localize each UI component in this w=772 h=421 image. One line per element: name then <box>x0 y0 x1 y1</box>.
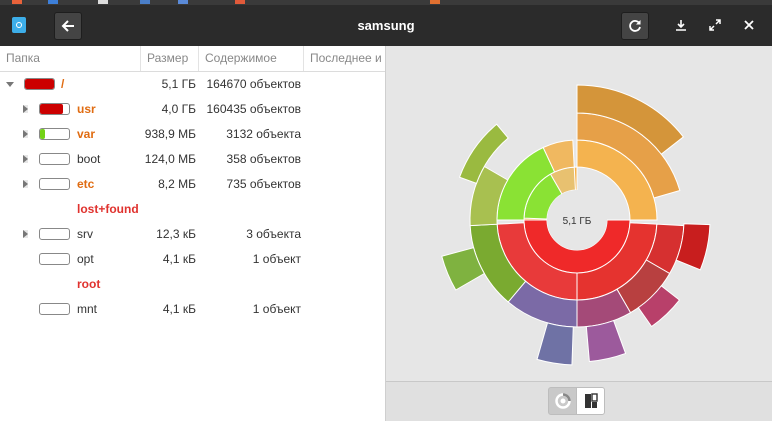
folder-size: 4,1 кБ <box>162 302 196 316</box>
ring-chart-view-button[interactable] <box>548 387 577 415</box>
column-folder[interactable]: Папка <box>0 46 141 71</box>
folder-item-count: 164670 объектов <box>206 77 302 91</box>
reload-button[interactable] <box>621 12 649 40</box>
folder-name: usr <box>77 102 96 116</box>
folder-name: mnt <box>77 302 98 316</box>
folder-size: 8,2 МБ <box>158 177 196 191</box>
segment-level4-e[interactable] <box>536 322 574 366</box>
usage-bar <box>39 253 70 265</box>
folder-row-etc[interactable]: etc 8,2 МБ 735 объектов <box>0 172 385 197</box>
expand-arrow-icon[interactable] <box>23 180 28 188</box>
folder-size: 5,1 ГБ <box>161 77 196 91</box>
window-title: samsung <box>357 18 415 33</box>
folder-row-root[interactable]: root <box>0 272 385 297</box>
folder-size: 4,1 кБ <box>162 252 196 266</box>
folder-row-boot[interactable]: boot 124,0 МБ 358 объектов <box>0 147 385 172</box>
folder-item-count: 358 объектов <box>226 152 301 166</box>
folder-row-var[interactable]: var 938,9 МБ 3132 объекта <box>0 122 385 147</box>
folder-item-count: 160435 объектов <box>206 102 302 116</box>
close-button[interactable] <box>736 12 762 38</box>
folder-tree-panel: Папка Размер Содержимое Последнее и / 5,1… <box>0 46 386 421</box>
download-icon <box>676 20 686 31</box>
usage-bar <box>39 153 70 165</box>
folder-name: opt <box>77 252 94 266</box>
usage-bar <box>39 103 70 115</box>
folder-row-srv[interactable]: srv 12,3 кБ 3 объекта <box>0 222 385 247</box>
treemap-icon <box>584 393 598 408</box>
usage-bar <box>39 228 70 240</box>
usage-bar <box>39 178 70 190</box>
collapse-arrow-icon[interactable] <box>6 82 14 87</box>
app-window: samsung Папка Размер Содержимое Последне… <box>0 5 772 421</box>
column-modified[interactable]: Последнее и <box>304 46 385 71</box>
treemap-view-button[interactable] <box>576 387 605 415</box>
back-button[interactable] <box>54 12 82 40</box>
expand-arrow-icon[interactable] <box>23 105 28 113</box>
folder-row-lost-found[interactable]: lost+found <box>0 197 385 222</box>
fullscreen-button[interactable] <box>702 12 728 38</box>
usage-bar <box>39 303 70 315</box>
reload-icon <box>629 20 641 32</box>
folder-item-count: 3132 объекта <box>226 127 301 141</box>
usage-bar <box>24 78 55 90</box>
disk-usage-analyzer-icon <box>12 17 26 33</box>
folder-item-count: 735 объектов <box>226 177 301 191</box>
usage-bar-fill <box>40 129 46 139</box>
folder-name: root <box>77 277 101 291</box>
folder-name: / <box>61 77 65 91</box>
usage-bar-fill <box>40 104 63 114</box>
ring-chart[interactable]: 5,1 ГБ <box>386 46 772 381</box>
folder-name: boot <box>77 152 101 166</box>
folder-size: 124,0 МБ <box>144 152 196 166</box>
folder-row-usr[interactable]: usr 4,0 ГБ 160435 объектов <box>0 97 385 122</box>
folder-item-count: 1 объект <box>252 302 301 316</box>
chart-view-switcher <box>386 381 772 421</box>
folder-item-count: 1 объект <box>252 252 301 266</box>
folder-name: etc <box>77 177 95 191</box>
folder-row-mnt[interactable]: mnt 4,1 кБ 1 объект <box>0 297 385 322</box>
column-size[interactable]: Размер <box>141 46 199 71</box>
segment-level4-d[interactable] <box>585 319 627 363</box>
fullscreen-icon <box>709 19 721 31</box>
column-contents[interactable]: Содержимое <box>199 46 304 71</box>
folder-size: 4,0 ГБ <box>161 102 196 116</box>
usage-bar-fill <box>25 79 54 89</box>
column-header: Папка Размер Содержимое Последнее и <box>0 46 385 72</box>
folder-size: 938,9 МБ <box>144 127 196 141</box>
arrow-left-icon <box>61 20 74 32</box>
expand-arrow-icon[interactable] <box>23 130 28 138</box>
expand-arrow-icon[interactable] <box>23 155 28 163</box>
folder-size: 12,3 кБ <box>156 227 196 241</box>
folder-row-root-fs[interactable]: / 5,1 ГБ 164670 объектов <box>0 72 385 97</box>
ring-center-label: 5,1 ГБ <box>563 216 592 227</box>
save-button[interactable] <box>668 12 694 38</box>
folder-item-count: 3 объекта <box>246 227 301 241</box>
folder-name: lost+found <box>77 202 139 216</box>
ring-chart-icon <box>554 393 571 409</box>
folder-name: var <box>77 127 96 141</box>
close-icon <box>744 20 754 30</box>
ring-chart-panel: 5,1 ГБ <box>386 46 772 381</box>
folder-name: srv <box>77 227 93 241</box>
header-bar: samsung <box>0 5 772 46</box>
usage-bar <box>39 128 70 140</box>
folder-row-opt[interactable]: opt 4,1 кБ 1 объект <box>0 247 385 272</box>
expand-arrow-icon[interactable] <box>23 230 28 238</box>
